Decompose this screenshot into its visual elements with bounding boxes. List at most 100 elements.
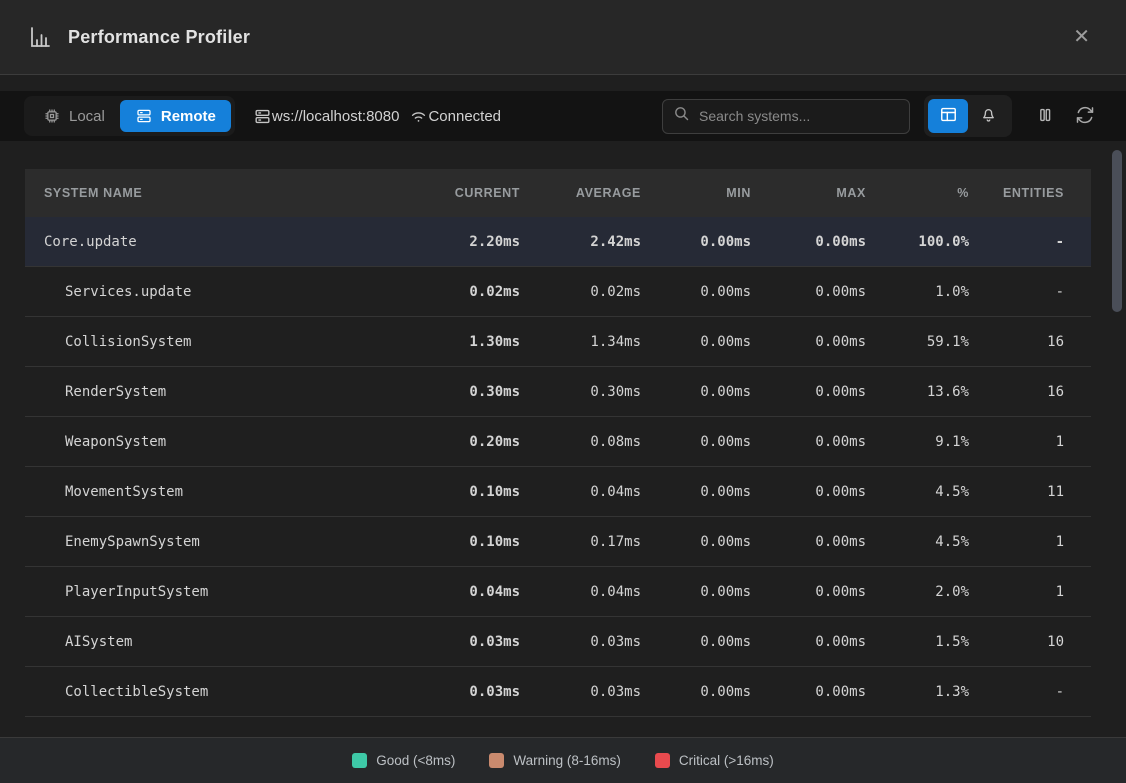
table-row[interactable]: CollectibleSystem 0.03ms 0.03ms 0.00ms 0… (25, 667, 1091, 717)
system-name-cell: Core.update (25, 234, 405, 250)
average-cell: 0.30ms (530, 384, 651, 400)
entities-cell: 1 (979, 434, 1091, 450)
legend-label: Critical (>16ms) (679, 753, 774, 768)
current-cell: 0.04ms (405, 584, 530, 600)
current-cell: 0.30ms (405, 384, 530, 400)
column-header-current[interactable]: CURRENT (405, 186, 530, 200)
legend-footer: Good (<8ms) Warning (8-16ms) Critical (>16… (0, 737, 1126, 783)
close-button[interactable]: ✕ (1065, 23, 1098, 51)
table-row[interactable]: WeaponSystem 0.20ms 0.08ms 0.00ms 0.00ms… (25, 417, 1091, 467)
average-cell: 0.04ms (530, 584, 651, 600)
systems-table: SYSTEM NAME CURRENT AVERAGE MIN MAX % EN… (25, 169, 1091, 737)
legend-item-good: Good (<8ms) (352, 753, 455, 768)
view-toggle-group (924, 95, 1012, 137)
percent-cell: 13.6% (876, 384, 979, 400)
connection-info: ws://localhost:8080 Connected (253, 107, 501, 126)
pause-button[interactable] (1028, 99, 1062, 133)
entities-cell: 10 (979, 634, 1091, 650)
local-tab-label: Local (69, 108, 105, 125)
table-row[interactable]: EnemySpawnSystem 0.10ms 0.17ms 0.00ms 0.… (25, 517, 1091, 567)
title-bar: Performance Profiler ✕ (0, 0, 1126, 75)
average-cell: 0.03ms (530, 634, 651, 650)
search-box (662, 99, 910, 134)
percent-cell: 1.0% (876, 284, 979, 300)
min-cell: 0.00ms (651, 684, 761, 700)
current-cell: 0.10ms (405, 484, 530, 500)
table-row[interactable]: RenderSystem 0.30ms 0.30ms 0.00ms 0.00ms… (25, 367, 1091, 417)
max-cell: 0.00ms (761, 234, 876, 250)
min-cell: 0.00ms (651, 334, 761, 350)
current-cell: 0.02ms (405, 284, 530, 300)
max-cell: 0.00ms (761, 534, 876, 550)
entities-cell: - (979, 234, 1091, 250)
system-name-cell: WeaponSystem (25, 434, 405, 450)
table-row[interactable]: Core.update 2.20ms 2.42ms 0.00ms 0.00ms … (25, 217, 1091, 267)
legend-label: Good (<8ms) (376, 753, 455, 768)
average-cell: 0.08ms (530, 434, 651, 450)
column-header-entities[interactable]: ENTITIES (979, 186, 1091, 200)
connection-status-segment: Connected (409, 107, 501, 126)
scrollbar-thumb[interactable] (1112, 150, 1122, 312)
alerts-button[interactable] (968, 99, 1008, 133)
table-header-row: SYSTEM NAME CURRENT AVERAGE MIN MAX % EN… (25, 169, 1091, 217)
vertical-scrollbar[interactable] (1112, 150, 1122, 735)
table-row[interactable]: PlayerInputSystem 0.04ms 0.04ms 0.00ms 0… (25, 567, 1091, 617)
table-row[interactable]: MovementSystem 0.10ms 0.04ms 0.00ms 0.00… (25, 467, 1091, 517)
average-cell: 0.17ms (530, 534, 651, 550)
column-header-average[interactable]: AVERAGE (530, 186, 651, 200)
system-name-cell: MovementSystem (25, 484, 405, 500)
legend-item-critical: Critical (>16ms) (655, 753, 774, 768)
min-cell: 0.00ms (651, 384, 761, 400)
column-header-min[interactable]: MIN (651, 186, 761, 200)
current-cell: 2.20ms (405, 234, 530, 250)
entities-cell: 1 (979, 534, 1091, 550)
critical-swatch-icon (655, 753, 670, 768)
current-cell: 1.30ms (405, 334, 530, 350)
percent-cell: 59.1% (876, 334, 979, 350)
table-row[interactable]: Services.update 0.02ms 0.02ms 0.00ms 0.0… (25, 267, 1091, 317)
table-row[interactable]: CollisionSystem 1.30ms 1.34ms 0.00ms 0.0… (25, 317, 1091, 367)
max-cell: 0.00ms (761, 434, 876, 450)
search-icon (673, 105, 690, 127)
max-cell: 0.00ms (761, 334, 876, 350)
column-header-max[interactable]: MAX (761, 186, 876, 200)
percent-cell: 1.5% (876, 634, 979, 650)
local-tab[interactable]: Local (28, 100, 120, 132)
average-cell: 0.03ms (530, 684, 651, 700)
legend-label: Warning (8-16ms) (513, 753, 621, 768)
search-input[interactable] (699, 108, 899, 124)
system-name-cell: RenderSystem (25, 384, 405, 400)
current-cell: 0.03ms (405, 684, 530, 700)
current-cell: 0.10ms (405, 534, 530, 550)
remote-tab[interactable]: Remote (120, 100, 231, 132)
max-cell: 0.00ms (761, 684, 876, 700)
max-cell: 0.00ms (761, 634, 876, 650)
performance-profiler-window: Performance Profiler ✕ Local (0, 0, 1126, 783)
table-body: Core.update 2.20ms 2.42ms 0.00ms 0.00ms … (25, 217, 1091, 717)
server-icon (135, 107, 153, 125)
column-header-system-name[interactable]: SYSTEM NAME (25, 186, 405, 200)
refresh-icon (1075, 105, 1095, 128)
table-row[interactable]: AISystem 0.03ms 0.03ms 0.00ms 0.00ms 1.5… (25, 617, 1091, 667)
min-cell: 0.00ms (651, 634, 761, 650)
max-cell: 0.00ms (761, 284, 876, 300)
percent-cell: 2.0% (876, 584, 979, 600)
entities-cell: 1 (979, 584, 1091, 600)
system-name-cell: AISystem (25, 634, 405, 650)
system-name-cell: Services.update (25, 284, 405, 300)
average-cell: 0.04ms (530, 484, 651, 500)
good-swatch-icon (352, 753, 367, 768)
column-header-percent[interactable]: % (876, 186, 979, 200)
min-cell: 0.00ms (651, 584, 761, 600)
ws-url: ws://localhost:8080 (272, 108, 400, 125)
max-cell: 0.00ms (761, 484, 876, 500)
table-view-button[interactable] (928, 99, 968, 133)
warning-swatch-icon (489, 753, 504, 768)
average-cell: 0.02ms (530, 284, 651, 300)
status-legend: Good (<8ms) Warning (8-16ms) Critical (>16… (352, 753, 774, 768)
min-cell: 0.00ms (651, 284, 761, 300)
refresh-button[interactable] (1068, 99, 1102, 133)
toolbar: Local Remote (0, 91, 1126, 141)
entities-cell: 16 (979, 384, 1091, 400)
average-cell: 2.42ms (530, 234, 651, 250)
